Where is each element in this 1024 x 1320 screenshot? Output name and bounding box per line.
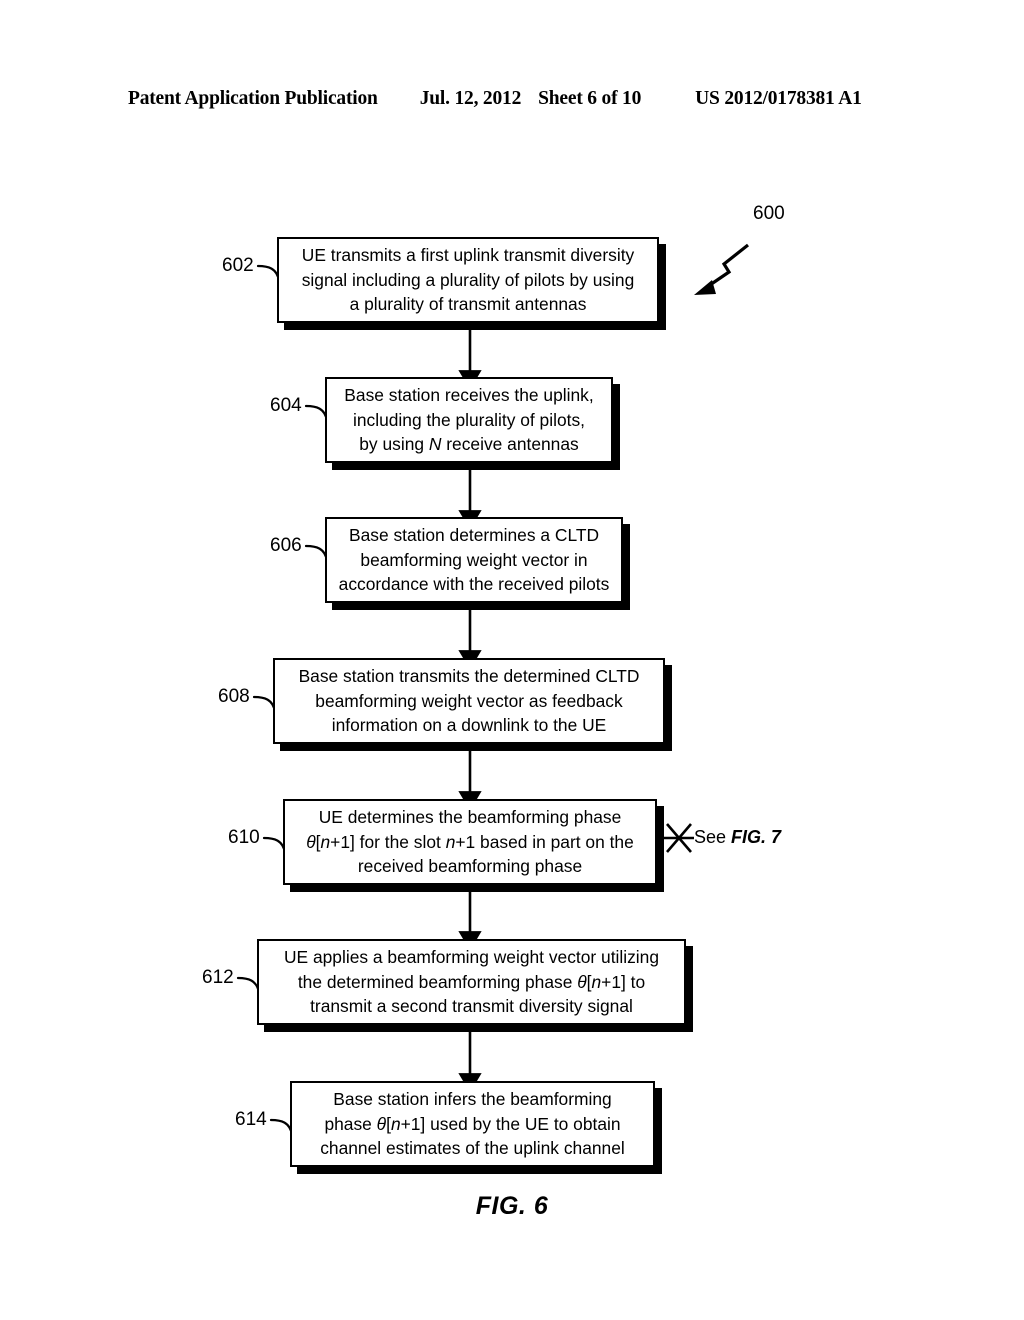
figure-caption: FIG. 6 (475, 1192, 549, 1220)
see-figure-7-note: See FIG. 7 (694, 827, 781, 848)
reference-label-610: 610 (228, 827, 260, 848)
process-step-604-text: Base station receives the uplink, includ… (344, 384, 594, 455)
process-step-610-text: UE determines the beamforming phase θ[n+… (306, 806, 634, 877)
reference-label-600: 600 (753, 203, 785, 224)
process-step-606-text: Base station determines a CLTD beamformi… (338, 524, 610, 595)
reference-label-606: 606 (270, 535, 302, 556)
reference-label-608: 608 (218, 686, 250, 707)
process-step-612-text: UE applies a beamforming weight vector u… (283, 946, 660, 1017)
process-step-602-text: UE transmits a first uplink transmit div… (301, 244, 635, 315)
process-step-608-text: Base station transmits the determined CL… (298, 665, 640, 736)
process-step-614[interactable]: Base station infers the beamforming phas… (290, 1081, 655, 1167)
asterisk-marker-icon (664, 823, 694, 853)
process-step-610[interactable]: UE determines the beamforming phase θ[n+… (283, 799, 657, 885)
reference-label-602: 602 (222, 255, 254, 276)
reference-label-612: 612 (202, 967, 234, 988)
flowchart-600: UE transmits a first uplink transmit div… (0, 0, 1024, 1320)
reference-600-zigzag-arrow (706, 243, 749, 289)
process-step-604[interactable]: Base station receives the uplink, includ… (325, 377, 613, 463)
process-step-608[interactable]: Base station transmits the determined CL… (273, 658, 665, 744)
see-note-word: See (694, 827, 727, 847)
process-step-602[interactable]: UE transmits a first uplink transmit div… (277, 237, 659, 323)
see-note-figure-ref: FIG. 7 (731, 827, 782, 847)
reference-label-614: 614 (235, 1109, 267, 1130)
process-step-612[interactable]: UE applies a beamforming weight vector u… (257, 939, 686, 1025)
reference-600-arrowhead (694, 280, 716, 295)
process-step-606[interactable]: Base station determines a CLTD beamformi… (325, 517, 623, 603)
process-step-614-text: Base station infers the beamforming phas… (320, 1088, 625, 1159)
reference-label-604: 604 (270, 395, 302, 416)
